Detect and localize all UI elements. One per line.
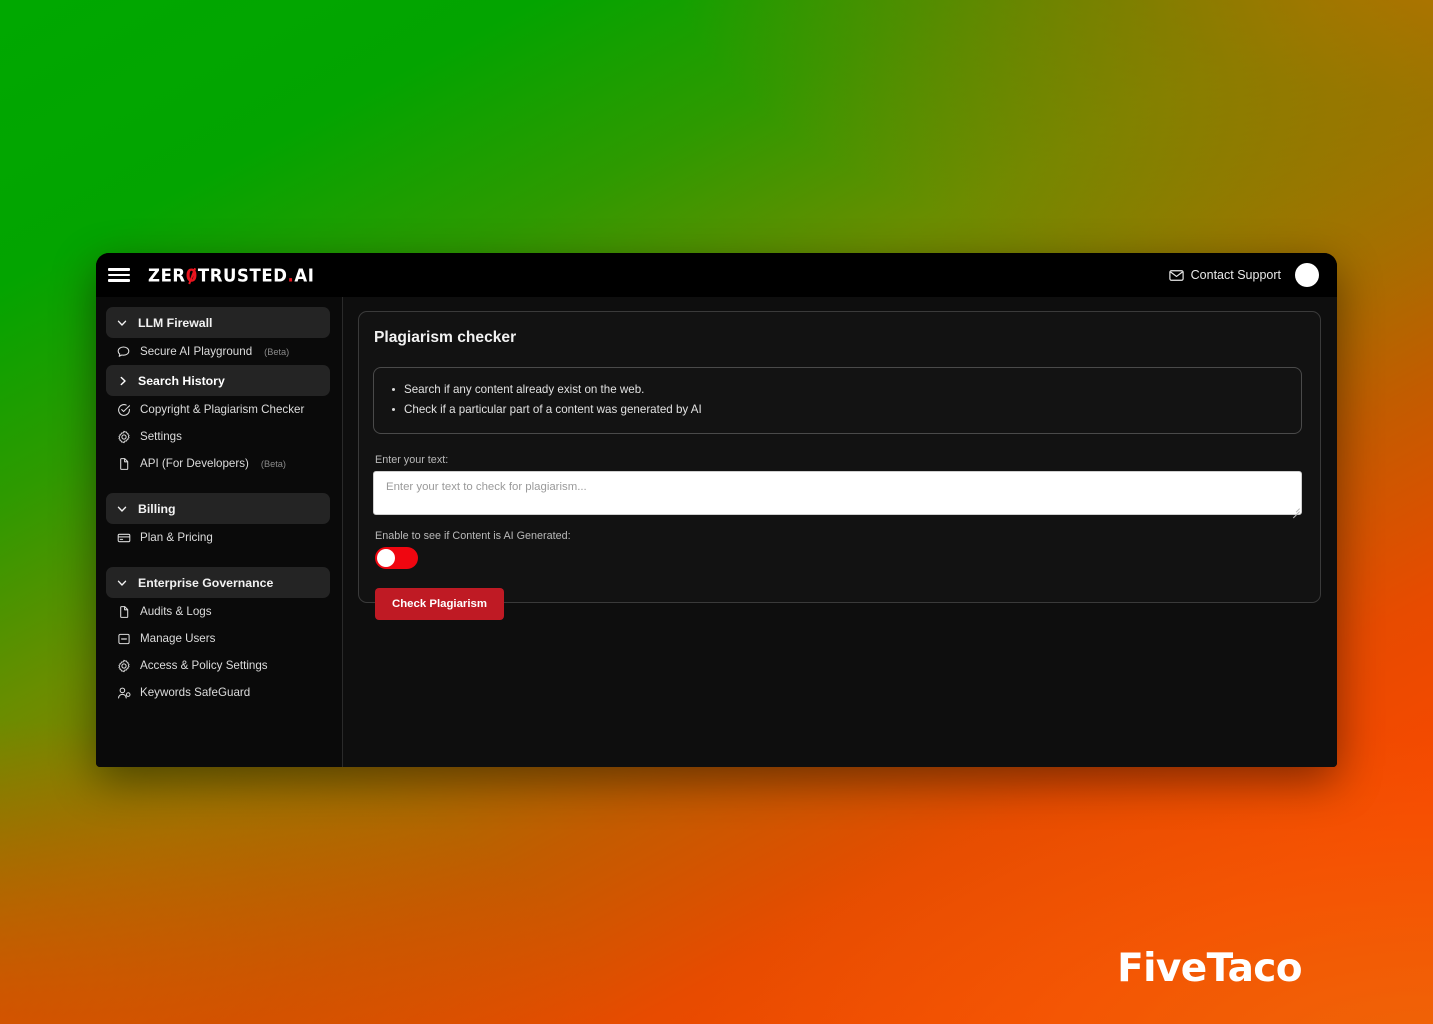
sidebar-item-label: Secure AI Playground — [140, 345, 253, 358]
check-plagiarism-button[interactable]: Check Plagiarism — [375, 587, 504, 620]
sidebar-item-copyright-plagiarism-checker[interactable]: Copyright & Plagiarism Checker — [106, 396, 330, 423]
sidebar: LLM Firewall Secure AI Playground (Beta)… — [96, 297, 343, 767]
sidebar-item-audits-logs[interactable]: Audits & Logs — [106, 598, 330, 625]
sidebar-item-label: Keywords SafeGuard — [140, 686, 251, 699]
main-content: Plagiarism checker Search if any content… — [343, 297, 1337, 767]
check-circle-icon — [118, 403, 131, 416]
gear-icon — [118, 430, 130, 443]
app-body: LLM Firewall Secure AI Playground (Beta)… — [96, 297, 1337, 767]
user-add-icon — [118, 687, 131, 699]
chevron-down-icon — [117, 580, 127, 586]
info-bullet: Check if a particular part of a content … — [390, 400, 1285, 420]
sidebar-item-plan-pricing[interactable]: Plan & Pricing — [106, 524, 330, 551]
brand-suffix: AI — [294, 264, 315, 286]
contact-support-button[interactable]: Contact Support — [1168, 268, 1281, 282]
sidebar-item-badge: (Beta) — [264, 346, 290, 357]
sidebar-item-label: Copyright & Plagiarism Checker — [140, 403, 305, 416]
sidebar-item-label: Search History — [138, 373, 225, 388]
mail-icon — [1168, 269, 1184, 281]
info-bullet: Search if any content already exist on t… — [390, 380, 1285, 400]
info-bullet-list: Search if any content already exist on t… — [390, 380, 1285, 420]
sidebar-item-label: API (For Developers) — [140, 457, 249, 470]
text-input-label: Enter your text: — [375, 453, 449, 466]
brand-middle: TRUSTED — [197, 264, 288, 286]
sidebar-item-api-for-developers[interactable]: API (For Developers) (Beta) — [106, 450, 330, 477]
sidebar-group-enterprise-governance[interactable]: Enterprise Governance — [106, 567, 330, 598]
text-input-wrapper — [373, 470, 1302, 519]
brand-prefix: ZER — [148, 264, 186, 286]
sidebar-item-label: Access & Policy Settings — [140, 659, 268, 672]
sidebar-item-keywords-safeguard[interactable]: Keywords SafeGuard — [106, 679, 330, 706]
sidebar-item-search-history[interactable]: Search History — [106, 365, 330, 396]
top-bar: ZER0TRUSTED.AI Contact Support — [96, 253, 1337, 297]
top-bar-right: Contact Support — [1168, 263, 1319, 287]
chevron-down-icon — [117, 320, 127, 326]
sidebar-item-manage-users[interactable]: Manage Users — [106, 625, 330, 652]
chevron-right-icon — [120, 376, 126, 385]
sidebar-item-settings[interactable]: Settings — [106, 423, 330, 450]
ai-generated-toggle[interactable] — [375, 546, 418, 569]
plagiarism-text-input[interactable] — [373, 470, 1302, 515]
sidebar-group-llm-firewall[interactable]: LLM Firewall — [106, 307, 330, 338]
brand-logo[interactable]: ZER0TRUSTED.AI — [148, 265, 315, 285]
sidebar-item-badge: (Beta) — [260, 458, 286, 469]
sidebar-group-label: Enterprise Governance — [138, 575, 274, 590]
page-title: Plagiarism checker — [374, 329, 517, 346]
sidebar-group-billing[interactable]: Billing — [106, 493, 330, 524]
sidebar-item-label: Plan & Pricing — [140, 531, 213, 544]
info-box: Search if any content already exist on t… — [373, 367, 1302, 434]
ai-toggle-label: Enable to see if Content is AI Generated… — [375, 529, 571, 542]
hamburger-menu-icon[interactable] — [108, 266, 130, 284]
toggle-knob — [377, 548, 395, 567]
sidebar-item-label: Manage Users — [140, 632, 216, 645]
documents-icon — [120, 457, 129, 470]
sidebar-item-label: Audits & Logs — [140, 605, 212, 618]
avatar[interactable] — [1295, 263, 1319, 287]
contact-support-label: Contact Support — [1190, 268, 1281, 282]
sidebar-item-access-policy-settings[interactable]: Access & Policy Settings — [106, 652, 330, 679]
sidebar-group-label: Billing — [138, 501, 176, 516]
sidebar-item-secure-ai-playground[interactable]: Secure AI Playground (Beta) — [106, 338, 330, 365]
app-window: ZER0TRUSTED.AI Contact Support LLM Firew… — [96, 253, 1337, 767]
sidebar-group-label: LLM Firewall — [138, 315, 213, 330]
plagiarism-checker-panel: Plagiarism checker Search if any content… — [358, 311, 1321, 620]
fivetaco-watermark: FiveTaco — [1117, 946, 1302, 991]
documents-icon — [120, 605, 129, 618]
credit-card-icon — [117, 533, 131, 542]
chat-bubble-icon — [117, 345, 130, 357]
sidebar-item-label: Settings — [140, 430, 182, 443]
chevron-down-icon — [117, 506, 127, 512]
brand-zero-glyph: 0 — [185, 264, 198, 286]
gear-icon — [118, 659, 130, 672]
id-card-icon — [118, 633, 130, 644]
